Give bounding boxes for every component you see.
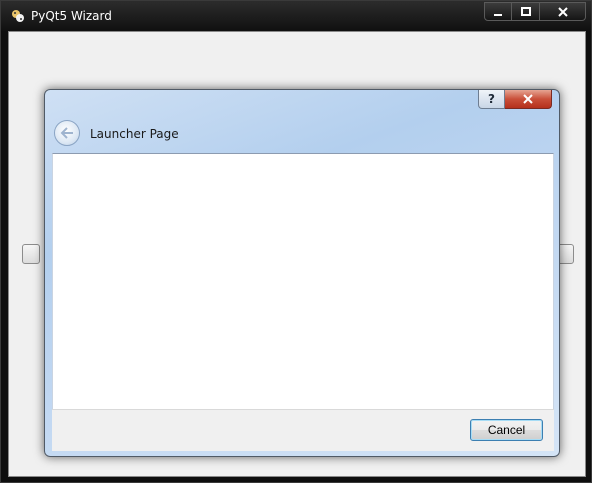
wizard-page-content xyxy=(52,153,554,409)
maximize-button[interactable] xyxy=(512,2,540,21)
dialog-close-button[interactable] xyxy=(505,90,552,109)
left-side-button[interactable] xyxy=(22,244,40,264)
minimize-icon xyxy=(494,13,502,16)
cancel-button[interactable]: Cancel xyxy=(470,419,543,441)
close-icon xyxy=(523,94,533,104)
page-title: Launcher Page xyxy=(90,127,179,141)
wizard-dialog: ? Launcher Page Cancel xyxy=(44,89,560,457)
back-arrow-icon xyxy=(60,127,73,139)
help-icon: ? xyxy=(488,92,495,106)
minimize-button[interactable] xyxy=(484,2,512,21)
wizard-button-bar: Cancel xyxy=(52,409,554,451)
window-title: PyQt5 Wizard xyxy=(31,9,112,23)
close-button[interactable] xyxy=(540,2,586,21)
python-app-icon xyxy=(10,8,26,24)
back-button[interactable] xyxy=(54,120,80,146)
close-icon xyxy=(557,6,568,17)
dialog-caption-buttons: ? xyxy=(478,90,554,110)
main-titlebar[interactable]: PyQt5 Wizard xyxy=(1,1,591,31)
help-button[interactable]: ? xyxy=(478,90,505,109)
caption-buttons xyxy=(484,2,586,22)
maximize-icon xyxy=(520,6,531,16)
